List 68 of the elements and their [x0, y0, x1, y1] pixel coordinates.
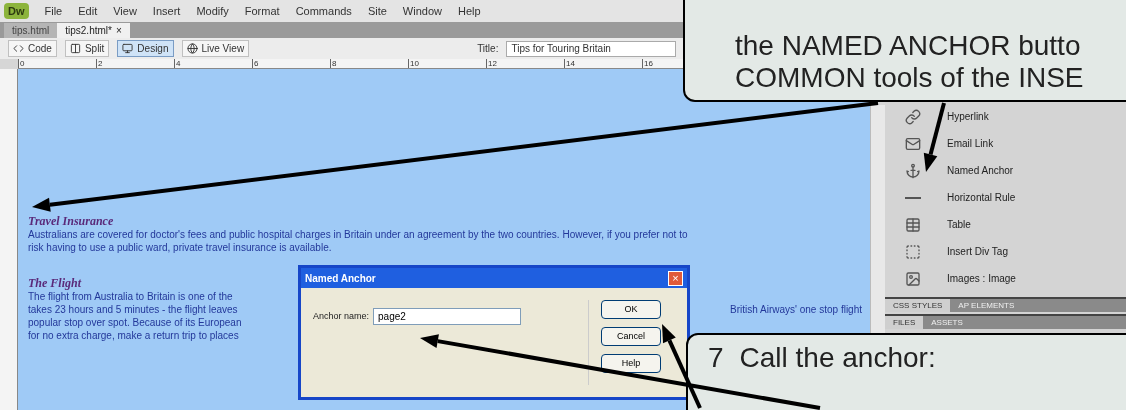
view-button[interactable]: Live View — [181, 40, 250, 57]
anchor-name-field[interactable]: page2 — [373, 308, 522, 325]
ruler-number: 8 — [330, 59, 408, 68]
body-text: British Airways' one stop flight — [730, 303, 862, 316]
globe-icon — [186, 43, 198, 54]
ruler-number: 14 — [564, 59, 642, 68]
callout-text: Call the anchor: — [739, 341, 936, 375]
view-button[interactable]: Split — [64, 40, 110, 57]
close-icon[interactable]: × — [115, 23, 122, 38]
menu-item[interactable]: Insert — [152, 2, 181, 20]
body-text: for no extra charge, make a return trip to places — [28, 329, 239, 342]
dialog-button[interactable]: Cancel — [601, 327, 661, 346]
field-label: Anchor name: — [313, 310, 370, 323]
menu-item[interactable]: Site — [367, 2, 387, 20]
menu-item[interactable]: Commands — [295, 2, 352, 20]
ruler-number: 10 — [408, 59, 486, 68]
horizontal-line-icon — [905, 196, 921, 199]
menu-item[interactable]: Window — [402, 2, 442, 20]
view-button[interactable]: Design — [117, 40, 174, 57]
close-button[interactable]: × — [668, 270, 683, 286]
link-icon — [905, 108, 921, 125]
dialog-title: Named Anchor — [305, 271, 376, 286]
step-number: 7 — [708, 341, 724, 375]
picture-icon — [905, 270, 921, 287]
section-heading: Travel Insurance — [28, 214, 114, 228]
menu-item[interactable]: Format — [244, 2, 280, 20]
section-heading: The Flight — [28, 276, 81, 290]
dashed-square-icon — [905, 243, 921, 260]
app-logo: Dw — [4, 2, 29, 20]
ruler-number: 12 — [486, 59, 564, 68]
title-field[interactable]: Tips for Touring Britain — [506, 40, 677, 57]
body-text: Australians are covered for doctor's fees and public hospital charges in Britain under an agreement by the two countries. However, if you prefer not to — [28, 228, 688, 241]
menu-item[interactable]: View — [113, 2, 137, 20]
body-text: takes 23 hours and 5 minutes - the flight leaves — [28, 303, 238, 316]
anchor-icon — [905, 162, 921, 179]
panel-list-item[interactable]: Table — [905, 215, 1126, 234]
menu-item[interactable]: File — [44, 2, 63, 20]
code-icon — [13, 43, 24, 54]
dialog-button[interactable]: Help — [601, 354, 661, 373]
callout-text: COMMON tools of the INSE — [735, 62, 1085, 94]
menu-item[interactable]: Help — [457, 2, 481, 20]
panel-list-item[interactable]: Horizontal Rule — [905, 188, 1126, 207]
view-button[interactable]: Code — [8, 40, 57, 57]
monitor-icon — [122, 43, 134, 54]
callout-text: the NAMED ANCHOR butto — [735, 30, 1082, 62]
panel-list-item[interactable]: Hyperlink — [905, 107, 1126, 126]
menu-item[interactable]: Edit — [78, 2, 98, 20]
body-text: popular stop over spot. Because of its European — [28, 316, 242, 329]
panel-list-item[interactable]: Email Link — [905, 134, 1126, 153]
panel-list-item[interactable]: Named Anchor — [905, 161, 1126, 180]
table-icon — [905, 216, 921, 233]
body-text: The flight from Australia to Britain is one of the — [28, 290, 233, 303]
envelope-icon — [905, 135, 921, 152]
panel-tab[interactable]: CSS STYLES — [885, 299, 951, 312]
dialog-button[interactable]: OK — [601, 300, 661, 319]
body-text: risk having to use a public ward, private travel insurance is available. — [28, 241, 332, 254]
panel-tab[interactable]: FILES — [885, 316, 924, 329]
ruler-number: 4 — [174, 59, 252, 68]
ruler-number: 0 — [18, 59, 96, 68]
menu-item[interactable]: Modify — [196, 2, 229, 20]
panel-list-item[interactable]: Insert Div Tag — [905, 242, 1126, 261]
panel-list-item[interactable]: Images : Image — [905, 269, 1126, 288]
ruler-number: 2 — [96, 59, 174, 68]
document-tab[interactable]: tips2.html* × — [57, 23, 130, 38]
ruler-number: 6 — [252, 59, 330, 68]
document-tab[interactable]: tips.html — [4, 23, 58, 38]
title-label: Title: — [477, 42, 499, 56]
split-view-icon — [69, 43, 81, 54]
